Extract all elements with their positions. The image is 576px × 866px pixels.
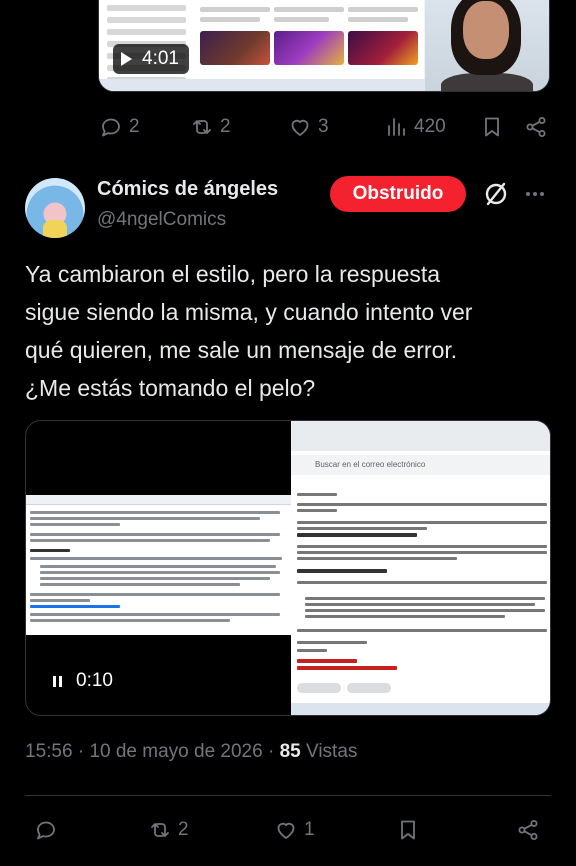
video-frame-taskbar [99, 79, 429, 91]
video-frame-thumbnails [194, 0, 424, 91]
repost-button[interactable]: 2 [190, 115, 231, 139]
repost-icon [151, 823, 169, 837]
reply-button[interactable]: 2 [99, 115, 140, 139]
like-count: 1 [304, 819, 315, 840]
repost-button[interactable]: 2 [148, 818, 189, 842]
like-button[interactable]: 3 [288, 115, 329, 139]
pause-icon [53, 675, 62, 687]
previous-tweet-actions: 2 2 3 420 [0, 107, 576, 147]
video-elapsed: 0:10 [76, 670, 113, 691]
views-button[interactable]: 420 [384, 115, 446, 139]
reply-icon [102, 118, 120, 137]
reply-count: 2 [129, 116, 140, 137]
tweet-text: Ya cambiaron el estilo, pero la respuest… [25, 261, 473, 401]
webcam-overlay [425, 0, 549, 91]
video-duration-pill[interactable]: 4:01 [113, 44, 189, 74]
video-duration: 4:01 [142, 48, 179, 69]
tweet-video[interactable]: Buscar en el correo electrónico 0:10 [25, 420, 551, 716]
share-icon [526, 117, 546, 137]
bookmark-button[interactable] [480, 115, 504, 139]
tweet-date[interactable]: 10 de mayo de 2026 [89, 741, 262, 762]
share-button[interactable] [524, 115, 548, 139]
like-icon [277, 822, 295, 839]
grok-icon[interactable] [482, 180, 510, 208]
repost-icon [193, 120, 211, 134]
email-search-field: Buscar en el correo electrónico [291, 455, 550, 475]
author-name[interactable]: Cómics de ángeles [97, 178, 278, 201]
reply-icon [37, 821, 55, 840]
share-button[interactable] [516, 818, 540, 842]
author-handle[interactable]: @4ngelComics [97, 209, 226, 231]
repost-count: 2 [178, 819, 189, 840]
tweet-views-count: 85 [279, 741, 301, 762]
video-time[interactable]: 0:10 [53, 670, 113, 692]
avatar[interactable] [25, 178, 85, 238]
video-frame-document [26, 495, 291, 635]
bookmark-button[interactable] [396, 818, 420, 842]
tweet-time[interactable]: 15:56 [25, 741, 73, 762]
views-icon [388, 118, 405, 136]
reply-button[interactable] [34, 818, 58, 842]
tweet-views-label: Vistas [306, 741, 358, 762]
share-icon [518, 820, 538, 840]
play-icon [121, 52, 132, 66]
views-count: 420 [414, 116, 446, 137]
blocked-button[interactable]: Obstruido [330, 176, 466, 212]
like-count: 3 [318, 116, 329, 137]
more-icon[interactable] [526, 192, 544, 196]
like-button[interactable]: 1 [274, 818, 315, 842]
tweet-actions: 2 1 [0, 811, 576, 851]
bookmark-icon [485, 117, 499, 137]
tweet-meta: 15:56 · 10 de mayo de 2026 · 85 Vistas [25, 741, 358, 762]
repost-count: 2 [220, 116, 231, 137]
divider [25, 795, 551, 796]
like-icon [291, 119, 309, 136]
bookmark-icon [401, 820, 415, 840]
video-frame-email: Buscar en el correo electrónico [291, 421, 550, 715]
